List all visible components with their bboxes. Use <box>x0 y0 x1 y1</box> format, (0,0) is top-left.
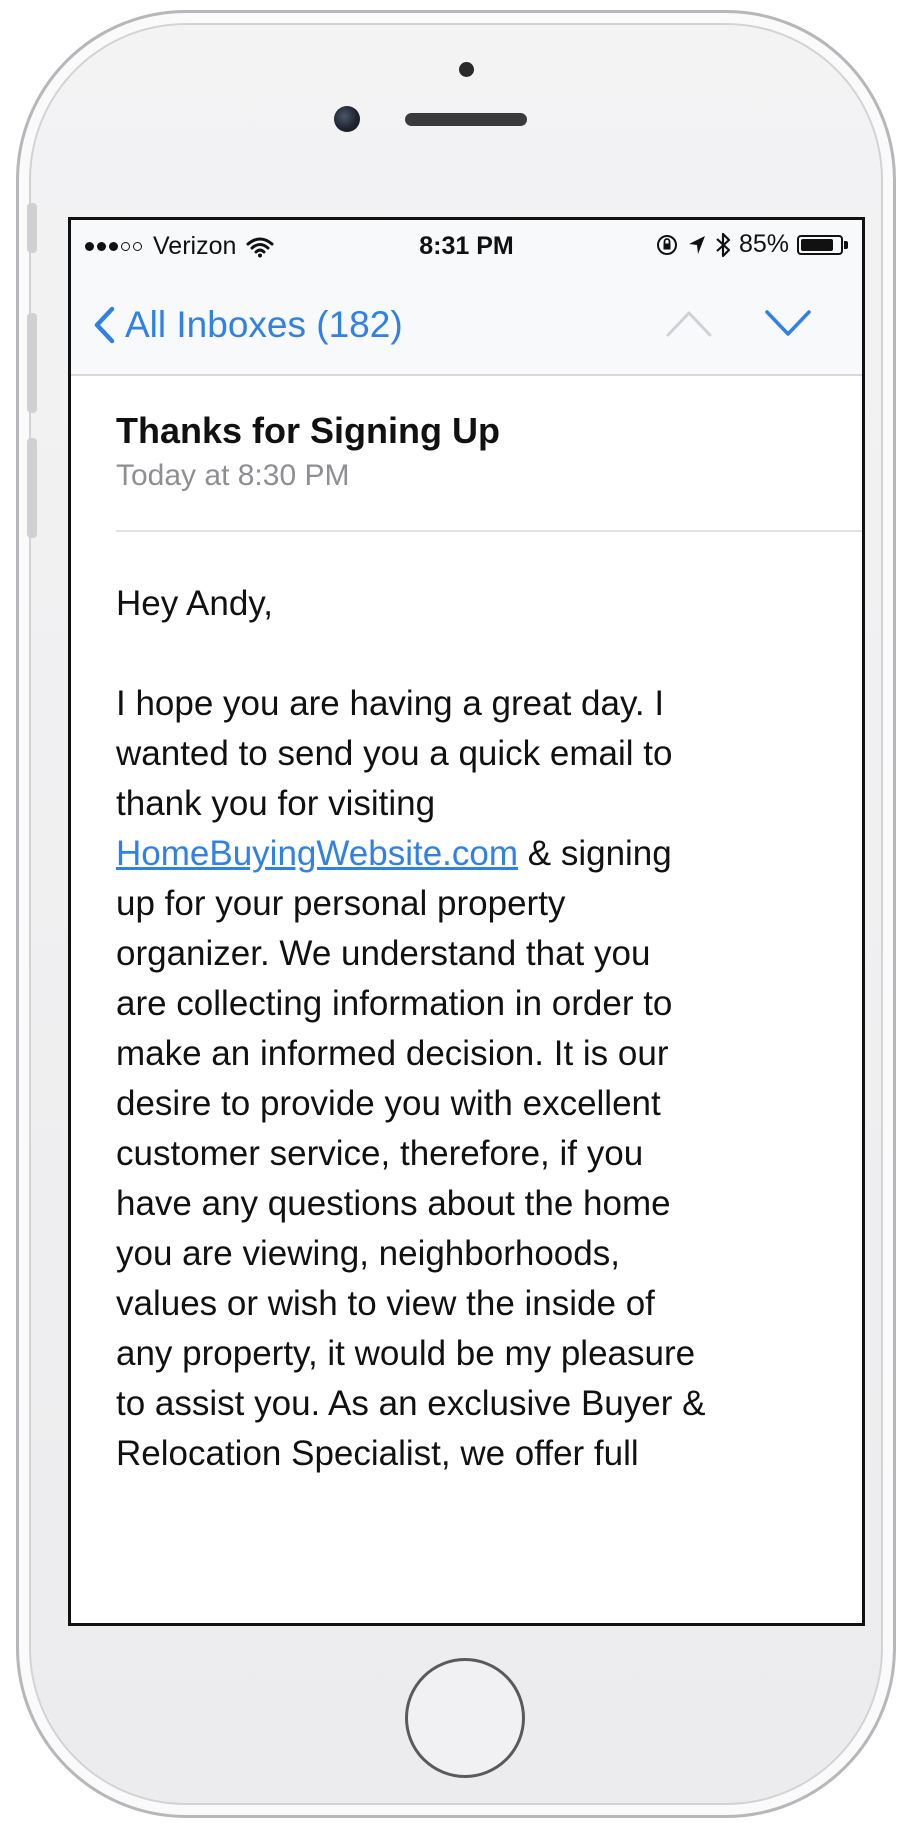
body-line: you are viewing, neighborhoods, <box>116 1234 620 1273</box>
body-line: make an informed decision. It is our <box>116 1034 669 1073</box>
volume-up-button <box>27 313 37 413</box>
back-button[interactable]: All Inboxes (182) <box>93 304 403 346</box>
body-line: organizer. We understand that you <box>116 934 651 973</box>
greeting: Hey Andy, <box>116 584 273 623</box>
body-line: values or wish to view the inside of <box>116 1284 655 1323</box>
battery-icon <box>797 234 843 255</box>
bluetooth-icon <box>716 232 731 257</box>
phone-screen: Verizon 8:31 PM 85% All Inboxes (182) Th… <box>68 217 865 1626</box>
body-line: I hope you are having a great day. I <box>116 684 665 723</box>
message-subject: Thanks for Signing Up <box>116 410 500 451</box>
back-button-label: All Inboxes (182) <box>125 304 403 345</box>
status-right: 85% <box>655 230 848 259</box>
proximity-sensor <box>459 62 474 77</box>
chevron-left-icon <box>94 306 115 344</box>
link-suffix: & signing <box>518 834 672 873</box>
front-camera <box>334 106 360 132</box>
message-date: Today at 8:30 PM <box>116 459 350 492</box>
body-line: any property, it would be my pleasure <box>116 1334 696 1373</box>
body-line: to assist you. As an exclusive Buyer & <box>116 1384 706 1423</box>
body-line: wanted to send you a quick email to <box>116 734 673 773</box>
body-line-with-link: HomeBuyingWebsite.com & signing <box>116 829 856 879</box>
next-message-icon[interactable] <box>764 308 812 338</box>
body-line: Relocation Specialist, we offer full <box>116 1434 639 1473</box>
volume-down-button <box>27 438 37 538</box>
navigation-bar: All Inboxes (182) <box>71 276 862 376</box>
body-line: thank you for visiting <box>116 784 436 823</box>
previous-message-icon[interactable] <box>665 308 713 338</box>
body-line: up for your personal property <box>116 884 566 923</box>
home-button[interactable] <box>405 1658 525 1778</box>
message-body: Hey Andy, I hope you are having a great … <box>116 579 856 1479</box>
body-line: have any questions about the home <box>116 1184 671 1223</box>
header-divider <box>116 530 862 532</box>
body-line: are collecting information in order to <box>116 984 673 1023</box>
status-bar: Verizon 8:31 PM 85% <box>71 220 862 276</box>
website-link[interactable]: HomeBuyingWebsite.com <box>116 834 518 873</box>
earpiece-speaker <box>405 113 527 126</box>
mute-switch <box>27 203 37 253</box>
orientation-lock-icon <box>656 234 677 255</box>
body-line: customer service, therefore, if you <box>116 1134 644 1173</box>
body-line: desire to provide you with excellent <box>116 1084 661 1123</box>
location-arrow-icon <box>688 235 705 254</box>
battery-percent: 85% <box>738 230 789 258</box>
